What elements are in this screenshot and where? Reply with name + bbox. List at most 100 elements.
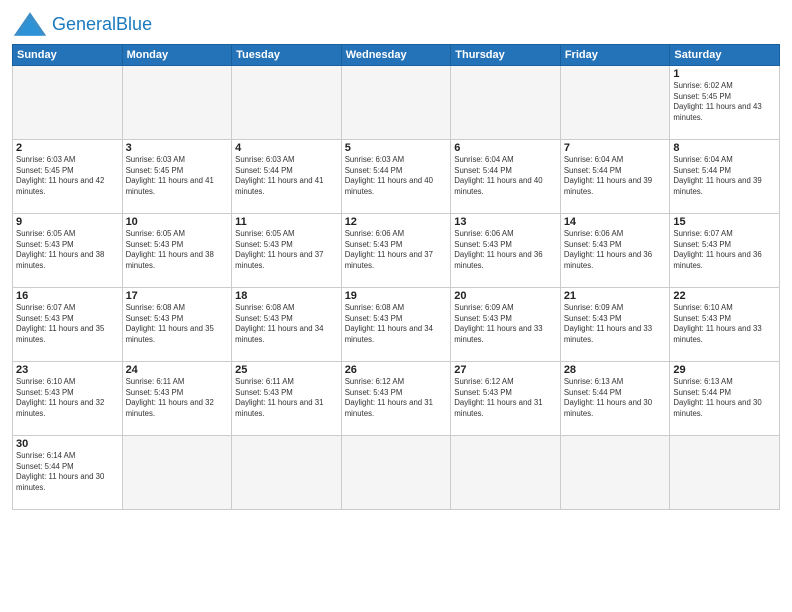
day-info: Sunrise: 6:03 AMSunset: 5:45 PMDaylight:… [16,155,119,197]
day-info: Sunrise: 6:06 AMSunset: 5:43 PMDaylight:… [454,229,557,271]
header-thursday: Thursday [451,45,561,66]
calendar-row: 23Sunrise: 6:10 AMSunset: 5:43 PMDayligh… [13,362,780,436]
table-row: 21Sunrise: 6:09 AMSunset: 5:43 PMDayligh… [560,288,670,362]
day-number: 22 [673,290,776,302]
day-info: Sunrise: 6:12 AMSunset: 5:43 PMDaylight:… [454,377,557,419]
table-row: 5Sunrise: 6:03 AMSunset: 5:44 PMDaylight… [341,140,451,214]
table-row: 18Sunrise: 6:08 AMSunset: 5:43 PMDayligh… [232,288,342,362]
empty-cell [560,66,670,140]
header-friday: Friday [560,45,670,66]
table-row: 10Sunrise: 6:05 AMSunset: 5:43 PMDayligh… [122,214,232,288]
day-info: Sunrise: 6:13 AMSunset: 5:44 PMDaylight:… [673,377,776,419]
empty-cell [341,436,451,510]
table-row: 26Sunrise: 6:12 AMSunset: 5:43 PMDayligh… [341,362,451,436]
empty-cell [122,436,232,510]
header-wednesday: Wednesday [341,45,451,66]
day-number: 2 [16,142,119,154]
day-number: 16 [16,290,119,302]
empty-cell [13,66,123,140]
table-row: 15Sunrise: 6:07 AMSunset: 5:43 PMDayligh… [670,214,780,288]
calendar-row: 9Sunrise: 6:05 AMSunset: 5:43 PMDaylight… [13,214,780,288]
day-number: 9 [16,216,119,228]
day-number: 4 [235,142,338,154]
day-number: 3 [126,142,229,154]
table-row: 22Sunrise: 6:10 AMSunset: 5:43 PMDayligh… [670,288,780,362]
day-number: 6 [454,142,557,154]
table-row: 19Sunrise: 6:08 AMSunset: 5:43 PMDayligh… [341,288,451,362]
day-info: Sunrise: 6:08 AMSunset: 5:43 PMDaylight:… [345,303,448,345]
day-number: 5 [345,142,448,154]
day-number: 29 [673,364,776,376]
day-info: Sunrise: 6:13 AMSunset: 5:44 PMDaylight:… [564,377,667,419]
header-sunday: Sunday [13,45,123,66]
table-row: 25Sunrise: 6:11 AMSunset: 5:43 PMDayligh… [232,362,342,436]
table-row: 27Sunrise: 6:12 AMSunset: 5:43 PMDayligh… [451,362,561,436]
header-tuesday: Tuesday [232,45,342,66]
day-info: Sunrise: 6:05 AMSunset: 5:43 PMDaylight:… [126,229,229,271]
day-number: 1 [673,68,776,80]
header-monday: Monday [122,45,232,66]
day-number: 23 [16,364,119,376]
day-info: Sunrise: 6:04 AMSunset: 5:44 PMDaylight:… [564,155,667,197]
weekday-header-row: Sunday Monday Tuesday Wednesday Thursday… [13,45,780,66]
day-info: Sunrise: 6:05 AMSunset: 5:43 PMDaylight:… [16,229,119,271]
table-row: 1Sunrise: 6:02 AMSunset: 5:45 PMDaylight… [670,66,780,140]
day-info: Sunrise: 6:10 AMSunset: 5:43 PMDaylight:… [16,377,119,419]
day-info: Sunrise: 6:14 AMSunset: 5:44 PMDaylight:… [16,451,119,493]
day-number: 18 [235,290,338,302]
empty-cell [451,66,561,140]
day-number: 14 [564,216,667,228]
day-number: 11 [235,216,338,228]
day-number: 20 [454,290,557,302]
table-row: 17Sunrise: 6:08 AMSunset: 5:43 PMDayligh… [122,288,232,362]
table-row: 9Sunrise: 6:05 AMSunset: 5:43 PMDaylight… [13,214,123,288]
table-row: 30Sunrise: 6:14 AMSunset: 5:44 PMDayligh… [13,436,123,510]
day-info: Sunrise: 6:08 AMSunset: 5:43 PMDaylight:… [126,303,229,345]
logo-blue: Blue [116,14,152,34]
day-info: Sunrise: 6:03 AMSunset: 5:44 PMDaylight:… [345,155,448,197]
day-info: Sunrise: 6:03 AMSunset: 5:45 PMDaylight:… [126,155,229,197]
day-number: 8 [673,142,776,154]
calendar-row: 16Sunrise: 6:07 AMSunset: 5:43 PMDayligh… [13,288,780,362]
day-info: Sunrise: 6:10 AMSunset: 5:43 PMDaylight:… [673,303,776,345]
table-row: 8Sunrise: 6:04 AMSunset: 5:44 PMDaylight… [670,140,780,214]
table-row: 20Sunrise: 6:09 AMSunset: 5:43 PMDayligh… [451,288,561,362]
table-row: 24Sunrise: 6:11 AMSunset: 5:43 PMDayligh… [122,362,232,436]
day-info: Sunrise: 6:03 AMSunset: 5:44 PMDaylight:… [235,155,338,197]
empty-cell [122,66,232,140]
day-number: 21 [564,290,667,302]
day-number: 27 [454,364,557,376]
table-row: 11Sunrise: 6:05 AMSunset: 5:43 PMDayligh… [232,214,342,288]
table-row: 4Sunrise: 6:03 AMSunset: 5:44 PMDaylight… [232,140,342,214]
day-info: Sunrise: 6:06 AMSunset: 5:43 PMDaylight:… [564,229,667,271]
page: GeneralBlue Sunday Monday Tuesday Wednes… [0,0,792,612]
table-row: 14Sunrise: 6:06 AMSunset: 5:43 PMDayligh… [560,214,670,288]
table-row: 23Sunrise: 6:10 AMSunset: 5:43 PMDayligh… [13,362,123,436]
day-number: 13 [454,216,557,228]
empty-cell [232,66,342,140]
table-row: 2Sunrise: 6:03 AMSunset: 5:45 PMDaylight… [13,140,123,214]
day-info: Sunrise: 6:11 AMSunset: 5:43 PMDaylight:… [126,377,229,419]
header-saturday: Saturday [670,45,780,66]
day-info: Sunrise: 6:04 AMSunset: 5:44 PMDaylight:… [673,155,776,197]
empty-cell [560,436,670,510]
day-number: 7 [564,142,667,154]
day-number: 25 [235,364,338,376]
day-info: Sunrise: 6:12 AMSunset: 5:43 PMDaylight:… [345,377,448,419]
day-info: Sunrise: 6:11 AMSunset: 5:43 PMDaylight:… [235,377,338,419]
day-number: 24 [126,364,229,376]
day-info: Sunrise: 6:05 AMSunset: 5:43 PMDaylight:… [235,229,338,271]
header: GeneralBlue [12,10,780,38]
empty-cell [232,436,342,510]
day-number: 19 [345,290,448,302]
day-number: 15 [673,216,776,228]
day-info: Sunrise: 6:09 AMSunset: 5:43 PMDaylight:… [564,303,667,345]
day-number: 17 [126,290,229,302]
empty-cell [451,436,561,510]
day-info: Sunrise: 6:08 AMSunset: 5:43 PMDaylight:… [235,303,338,345]
table-row: 16Sunrise: 6:07 AMSunset: 5:43 PMDayligh… [13,288,123,362]
table-row: 3Sunrise: 6:03 AMSunset: 5:45 PMDaylight… [122,140,232,214]
table-row: 6Sunrise: 6:04 AMSunset: 5:44 PMDaylight… [451,140,561,214]
logo: GeneralBlue [12,10,152,38]
generalblue-logo-icon [12,10,48,38]
